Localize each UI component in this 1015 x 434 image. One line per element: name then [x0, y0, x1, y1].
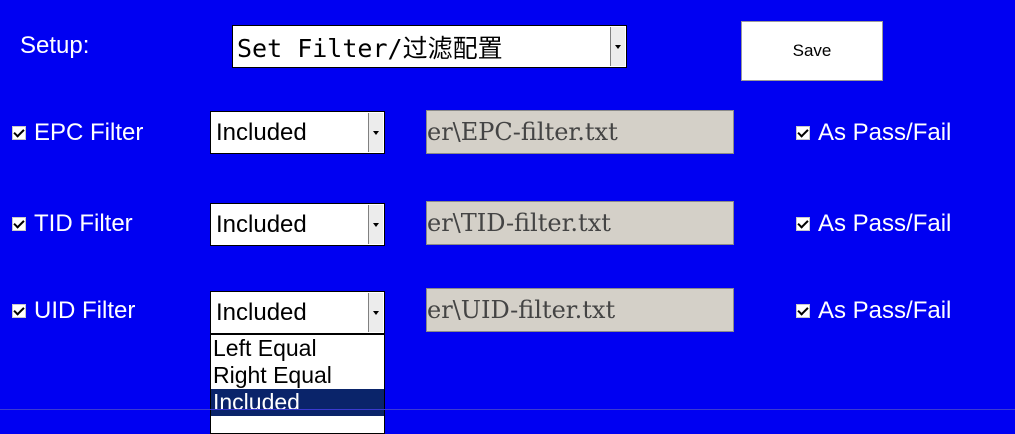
epc-filter-mode-value: Included	[216, 118, 307, 146]
uid-filter-path-field[interactable]: er\UID-filter.txt	[426, 288, 734, 332]
checkbox-checked-icon	[12, 126, 26, 140]
checkbox-checked-icon	[796, 304, 810, 318]
checkbox-checked-icon	[12, 304, 26, 318]
tid-filter-mode-dropdown-button[interactable]	[368, 205, 383, 244]
uid-as-pass-fail-checkbox[interactable]: As Pass/Fail	[796, 296, 951, 326]
divider	[0, 409, 1015, 410]
dropdown-option-left-equal[interactable]: Left Equal	[211, 335, 384, 362]
tid-filter-mode-select[interactable]: Included	[210, 203, 385, 246]
tid-filter-label: TID Filter	[34, 210, 133, 237]
setup-label: Setup:	[20, 32, 90, 59]
chevron-down-icon	[373, 222, 379, 227]
chevron-down-icon	[373, 310, 379, 315]
save-button[interactable]: Save	[741, 21, 883, 81]
checkbox-checked-icon	[12, 217, 26, 231]
epc-filter-path-text: er\EPC-filter.txt	[427, 118, 618, 146]
tid-filter-path-text: er\TID-filter.txt	[427, 209, 611, 237]
epc-filter-label: EPC Filter	[34, 119, 144, 146]
uid-filter-label: UID Filter	[34, 297, 136, 324]
setup-select-value: Set Filter/过滤配置	[237, 33, 503, 63]
tid-as-pass-fail-checkbox[interactable]: As Pass/Fail	[796, 209, 951, 239]
uid-filter-mode-select[interactable]: Included	[210, 291, 385, 334]
dropdown-option-included[interactable]: Included	[211, 389, 384, 416]
setup-select[interactable]: Set Filter/过滤配置	[232, 25, 627, 68]
checkbox-checked-icon	[796, 217, 810, 231]
tid-filter-checkbox[interactable]: TID Filter	[12, 209, 133, 239]
epc-filter-checkbox[interactable]: EPC Filter	[12, 118, 143, 148]
epc-filter-path-field[interactable]: er\EPC-filter.txt	[426, 110, 734, 154]
tid-as-pass-fail-label: As Pass/Fail	[818, 210, 952, 237]
checkbox-checked-icon	[796, 126, 810, 140]
epc-filter-mode-select[interactable]: Included	[210, 111, 385, 154]
chevron-down-icon	[615, 44, 621, 49]
epc-as-pass-fail-checkbox[interactable]: As Pass/Fail	[796, 118, 951, 148]
uid-filter-path-text: er\UID-filter.txt	[427, 296, 616, 324]
setup-dropdown-button[interactable]	[610, 27, 625, 66]
uid-filter-checkbox[interactable]: UID Filter	[12, 296, 135, 326]
tid-filter-path-field[interactable]: er\TID-filter.txt	[426, 201, 734, 245]
tid-filter-mode-value: Included	[216, 210, 307, 238]
uid-as-pass-fail-label: As Pass/Fail	[818, 297, 952, 324]
uid-filter-mode-dropdown-list: Left Equal Right Equal Included	[210, 334, 385, 434]
uid-filter-mode-value: Included	[216, 298, 307, 326]
uid-filter-mode-dropdown-button[interactable]	[368, 293, 383, 332]
epc-filter-mode-dropdown-button[interactable]	[368, 113, 383, 152]
chevron-down-icon	[373, 130, 379, 135]
dropdown-option-right-equal[interactable]: Right Equal	[211, 362, 384, 389]
epc-as-pass-fail-label: As Pass/Fail	[818, 119, 952, 146]
